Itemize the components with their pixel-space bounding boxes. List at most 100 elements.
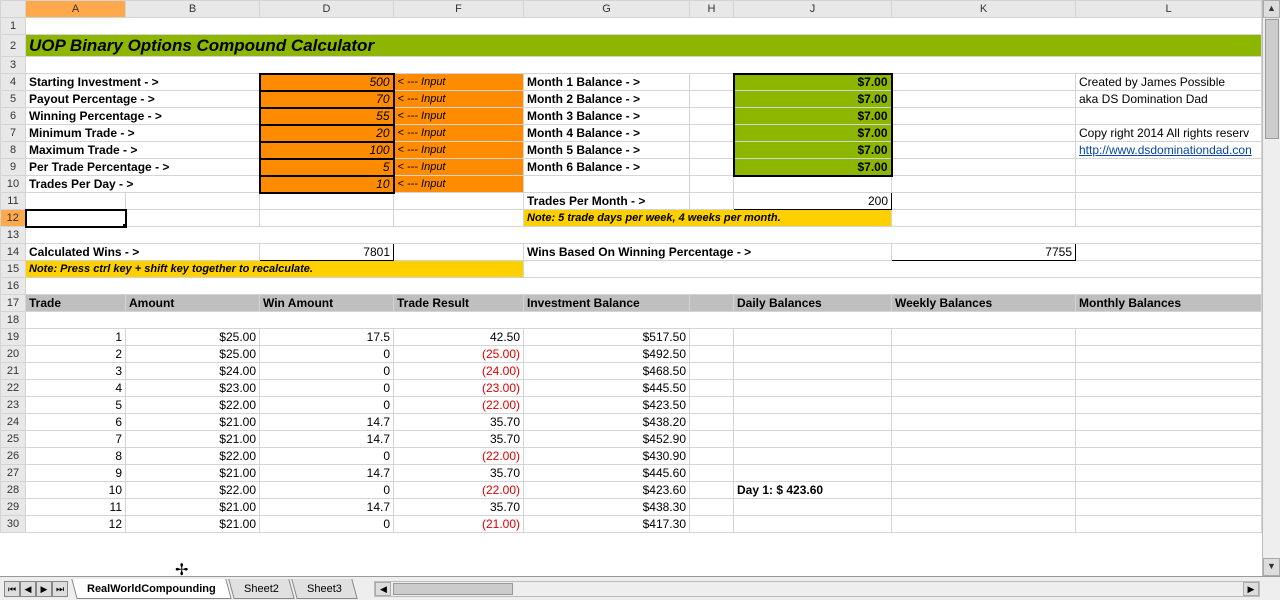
table-row[interactable]: 235$22.000(22.00)$423.50 — [1, 397, 1262, 414]
cell-balance[interactable]: $468.50 — [524, 363, 690, 380]
row-header[interactable]: 24 — [1, 414, 26, 431]
cell-trade[interactable]: 1 — [26, 329, 126, 346]
row-header[interactable]: 27 — [1, 465, 26, 482]
cell-win[interactable]: 14.7 — [260, 465, 394, 482]
cell-trade[interactable]: 5 — [26, 397, 126, 414]
row-header[interactable]: 14 — [1, 244, 26, 261]
col-header-K[interactable]: K — [892, 1, 1076, 18]
table-row[interactable]: 191$25.0017.542.50$517.50 — [1, 329, 1262, 346]
sheet-tab-sheet3[interactable]: Sheet3 — [291, 579, 357, 599]
table-row[interactable]: 213$24.000(24.00)$468.50 — [1, 363, 1262, 380]
cell-result[interactable]: (21.00) — [394, 516, 524, 533]
cell-trade[interactable]: 11 — [26, 499, 126, 516]
trades-per-day-input[interactable]: 10 — [260, 176, 394, 193]
row-header[interactable]: 10 — [1, 176, 26, 193]
row-header[interactable]: 9 — [1, 159, 26, 176]
col-header-H[interactable]: H — [690, 1, 734, 18]
cell-balance[interactable]: $438.20 — [524, 414, 690, 431]
table-row[interactable]: 246$21.0014.735.70$438.20 — [1, 414, 1262, 431]
cell-amount[interactable]: $21.00 — [126, 431, 260, 448]
cell-win[interactable]: 14.7 — [260, 414, 394, 431]
starting-investment-input[interactable]: 500 — [260, 74, 394, 91]
table-row[interactable]: 224$23.000(23.00)$445.50 — [1, 380, 1262, 397]
cell-trade[interactable]: 12 — [26, 516, 126, 533]
cell-balance[interactable]: $452.90 — [524, 431, 690, 448]
cell-amount[interactable]: $23.00 — [126, 380, 260, 397]
row-header[interactable]: 7 — [1, 125, 26, 142]
row-header[interactable]: 30 — [1, 516, 26, 533]
cell-daily[interactable] — [734, 363, 892, 380]
cell-daily[interactable] — [734, 397, 892, 414]
cell-daily[interactable] — [734, 380, 892, 397]
col-header-F[interactable]: F — [394, 1, 524, 18]
cell-balance[interactable]: $445.60 — [524, 465, 690, 482]
cell-result[interactable]: 35.70 — [394, 465, 524, 482]
cell-result[interactable]: 35.70 — [394, 431, 524, 448]
cell-win[interactable]: 0 — [260, 482, 394, 499]
col-header-B[interactable]: B — [126, 1, 260, 18]
col-header-L[interactable]: L — [1076, 1, 1262, 18]
cell-result[interactable]: (22.00) — [394, 397, 524, 414]
cell-result[interactable]: 35.70 — [394, 414, 524, 431]
cell-result[interactable]: 35.70 — [394, 499, 524, 516]
scroll-up-arrow-icon[interactable]: ▲ — [1263, 0, 1280, 18]
cell-balance[interactable]: $445.50 — [524, 380, 690, 397]
row-header[interactable]: 17 — [1, 295, 26, 312]
cell-result[interactable]: (22.00) — [394, 482, 524, 499]
row-header[interactable]: 8 — [1, 142, 26, 159]
table-row[interactable]: 2911$21.0014.735.70$438.30 — [1, 499, 1262, 516]
row-header[interactable]: 21 — [1, 363, 26, 380]
cell-amount[interactable]: $21.00 — [126, 414, 260, 431]
scroll-left-arrow-icon[interactable]: ◀ — [375, 582, 391, 596]
cell-win[interactable]: 0 — [260, 380, 394, 397]
horizontal-scrollbar[interactable]: ◀ ▶ — [374, 581, 1260, 597]
row-header[interactable]: 18 — [1, 312, 26, 329]
row-header[interactable]: 3 — [1, 57, 26, 74]
row-header[interactable]: 4 — [1, 74, 26, 91]
row-header[interactable]: 25 — [1, 431, 26, 448]
cell-amount[interactable]: $25.00 — [126, 329, 260, 346]
active-cell[interactable] — [26, 210, 126, 227]
row-header[interactable]: 1 — [1, 18, 26, 35]
row-header[interactable]: 6 — [1, 108, 26, 125]
credits-url-link[interactable]: http://www.dsdominationdad.con — [1076, 142, 1262, 159]
cell-amount[interactable]: $21.00 — [126, 465, 260, 482]
col-header-G[interactable]: G — [524, 1, 690, 18]
cell-trade[interactable]: 4 — [26, 380, 126, 397]
scroll-thumb[interactable] — [1265, 19, 1279, 139]
row-header[interactable]: 16 — [1, 278, 26, 295]
tab-nav-prev-icon[interactable]: ◀ — [20, 581, 36, 597]
cell-balance[interactable]: $423.50 — [524, 397, 690, 414]
cell-daily[interactable] — [734, 516, 892, 533]
cell-win[interactable]: 14.7 — [260, 499, 394, 516]
cell-daily[interactable] — [734, 499, 892, 516]
tab-nav-next-icon[interactable]: ▶ — [36, 581, 52, 597]
select-all-corner[interactable] — [1, 1, 26, 18]
cell-amount[interactable]: $22.00 — [126, 482, 260, 499]
max-trade-input[interactable]: 100 — [260, 142, 394, 159]
per-trade-pct-input[interactable]: 5 — [260, 159, 394, 176]
cell-win[interactable]: 0 — [260, 448, 394, 465]
cell-trade[interactable]: 2 — [26, 346, 126, 363]
cell-daily[interactable] — [734, 465, 892, 482]
row-header[interactable]: 13 — [1, 227, 26, 244]
cell-win[interactable]: 0 — [260, 363, 394, 380]
row-header[interactable]: 11 — [1, 193, 26, 210]
cell-daily[interactable] — [734, 346, 892, 363]
row-header[interactable]: 29 — [1, 499, 26, 516]
table-row[interactable]: 2810$22.000(22.00)$423.60Day 1: $ 423.60 — [1, 482, 1262, 499]
cell-amount[interactable]: $24.00 — [126, 363, 260, 380]
cell-balance[interactable]: $423.60 — [524, 482, 690, 499]
cell-win[interactable]: 0 — [260, 346, 394, 363]
row-header[interactable]: 5 — [1, 91, 26, 108]
cell-daily[interactable] — [734, 431, 892, 448]
payout-pct-input[interactable]: 70 — [260, 91, 394, 108]
row-header[interactable]: 20 — [1, 346, 26, 363]
min-trade-input[interactable]: 20 — [260, 125, 394, 142]
cell-trade[interactable]: 9 — [26, 465, 126, 482]
table-row[interactable]: 3012$21.000(21.00)$417.30 — [1, 516, 1262, 533]
col-header-D[interactable]: D — [260, 1, 394, 18]
row-header[interactable]: 19 — [1, 329, 26, 346]
cell-trade[interactable]: 6 — [26, 414, 126, 431]
cell-win[interactable]: 17.5 — [260, 329, 394, 346]
